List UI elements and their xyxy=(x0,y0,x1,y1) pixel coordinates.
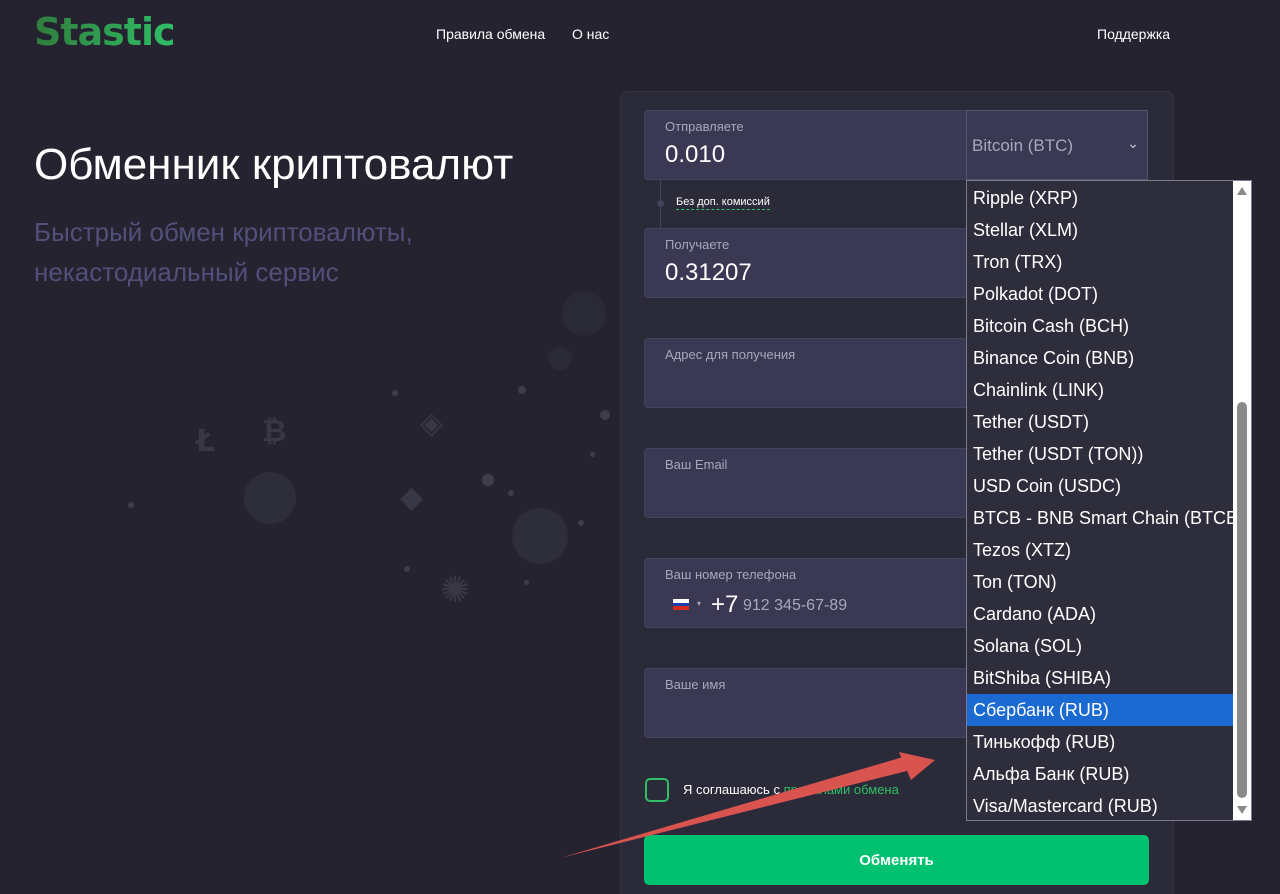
phone-country-code: +7 xyxy=(711,591,739,618)
exchange-button[interactable]: Обменять xyxy=(644,835,1149,885)
particle-dot xyxy=(578,520,584,526)
scroll-down-arrow-icon[interactable] xyxy=(1237,806,1247,814)
dropdown-option[interactable]: Tether (USDT (TON)) xyxy=(967,438,1233,470)
particle-dot xyxy=(392,390,398,396)
dropdown-option[interactable]: Cardano (ADA) xyxy=(967,598,1233,630)
dropdown-option[interactable]: USD Coin (USDC) xyxy=(967,470,1233,502)
particle-dot xyxy=(600,410,610,420)
binance-icon: ◈ xyxy=(420,406,444,441)
fee-note: Без доп. комиссий xyxy=(676,196,770,210)
send-currency-select[interactable]: Bitcoin (BTC) ⌄ xyxy=(966,110,1148,180)
nav-exchange-rules[interactable]: Правила обмена xyxy=(436,26,545,42)
phone-placeholder[interactable]: 912 345-67-89 xyxy=(743,597,847,615)
name-label: Ваше имя xyxy=(665,677,726,692)
chevron-down-icon: ⌄ xyxy=(1127,135,1139,151)
scroll-up-arrow-icon[interactable] xyxy=(1237,187,1247,195)
dropdown-option[interactable]: Ton (TON) xyxy=(967,566,1233,598)
bitcoin-icon: ₿ xyxy=(262,414,287,449)
dropdown-option[interactable]: Tether (USDT) xyxy=(967,406,1233,438)
dropdown-scrollbar[interactable] xyxy=(1233,181,1251,820)
dropdown-option[interactable]: BTCB - BNB Smart Chain (BTCB) xyxy=(967,502,1244,534)
dropdown-option[interactable]: BitShiba (SHIBA) xyxy=(967,662,1233,694)
logo[interactable]: Stastic xyxy=(34,10,176,54)
dropdown-option[interactable]: Chainlink (LINK) xyxy=(967,374,1233,406)
dropdown-option[interactable]: Тинькофф (RUB) xyxy=(967,726,1233,758)
coin-bubble-icon xyxy=(562,292,606,336)
send-amount-field[interactable]: Отправляете 0.010 xyxy=(644,110,968,180)
dropdown-option[interactable]: Binance Coin (BNB) xyxy=(967,342,1233,374)
send-label: Отправляете xyxy=(665,119,744,134)
send-currency-value: Bitcoin (BTC) xyxy=(972,136,1074,155)
phone-label: Ваш номер телефона xyxy=(665,567,797,582)
send-amount-value[interactable]: 0.010 xyxy=(665,141,725,169)
russia-flag-icon[interactable] xyxy=(673,599,689,610)
particle-dot xyxy=(590,452,595,457)
particle-dot xyxy=(128,502,134,508)
agree-prefix: Я соглашаюсь с xyxy=(683,782,780,797)
litecoin-icon: Ł xyxy=(196,424,216,459)
cardano-icon: ✺ xyxy=(440,570,471,611)
scrollbar-thumb[interactable] xyxy=(1237,402,1247,798)
agree-checkbox[interactable] xyxy=(645,778,669,802)
dropdown-option[interactable]: Stellar (XLM) xyxy=(967,214,1233,246)
currency-dropdown-list[interactable]: Ripple (XRP) Stellar (XLM) Tron (TRX) Polka… xyxy=(966,180,1252,821)
dropdown-option[interactable]: Tron (TRX) xyxy=(967,246,1233,278)
receive-amount-field[interactable]: Получаете 0.31207 xyxy=(644,228,968,298)
receive-amount-value: 0.31207 xyxy=(665,259,752,286)
dropdown-option[interactable]: Bitcoin Cash (BCH) xyxy=(967,310,1233,342)
email-field[interactable]: Ваш Email xyxy=(644,448,968,518)
particle-dot xyxy=(404,566,410,572)
dropdown-option[interactable]: Visa/Mastercard (RUB) xyxy=(967,790,1233,820)
receive-label: Получаете xyxy=(665,237,730,252)
hero-title: Обменник криптовалют xyxy=(34,140,514,189)
hero-subtitle: Быстрый обмен криптовалюты, некастодиаль… xyxy=(34,217,413,287)
nav-about[interactable]: О нас xyxy=(572,26,609,42)
dogecoin-icon xyxy=(244,472,296,524)
dropdown-options: Ripple (XRP) Stellar (XLM) Tron (TRX) Polka… xyxy=(967,181,1251,820)
coin-bubble-icon xyxy=(548,346,572,370)
chevron-down-icon[interactable]: ▾ xyxy=(697,599,701,608)
dropdown-option[interactable]: Solana (SOL) xyxy=(967,630,1233,662)
particle-dot xyxy=(508,490,514,496)
dropdown-option[interactable]: Tezos (XTZ) xyxy=(967,534,1233,566)
exchange-rules-link[interactable]: правилами обмена xyxy=(784,782,899,797)
monero-icon xyxy=(512,508,568,564)
dropdown-option[interactable]: Polkadot (DOT) xyxy=(967,278,1233,310)
dropdown-option[interactable]: Сбербанк (RUB) xyxy=(967,694,1233,726)
address-label: Адрес для получения xyxy=(665,347,796,362)
dropdown-option[interactable]: Альфа Банк (RUB) xyxy=(967,758,1233,790)
agree-text: Я соглашаюсь с правилами обмена xyxy=(683,782,899,797)
dropdown-option[interactable]: Ripple (XRP) xyxy=(967,182,1233,214)
particle-dot xyxy=(524,580,529,585)
nav-support[interactable]: Поддержка xyxy=(1097,26,1170,42)
address-field[interactable]: Адрес для получения xyxy=(644,338,968,408)
fee-connector-dot xyxy=(657,200,664,207)
ethereum-icon: ◆ xyxy=(400,480,424,515)
name-field[interactable]: Ваше имя xyxy=(644,668,968,738)
particle-dot xyxy=(518,386,526,394)
email-label: Ваш Email xyxy=(665,457,728,472)
particle-dot xyxy=(482,474,494,486)
phone-field[interactable]: Ваш номер телефона ▾ +7 912 345-67-89 xyxy=(644,558,968,628)
